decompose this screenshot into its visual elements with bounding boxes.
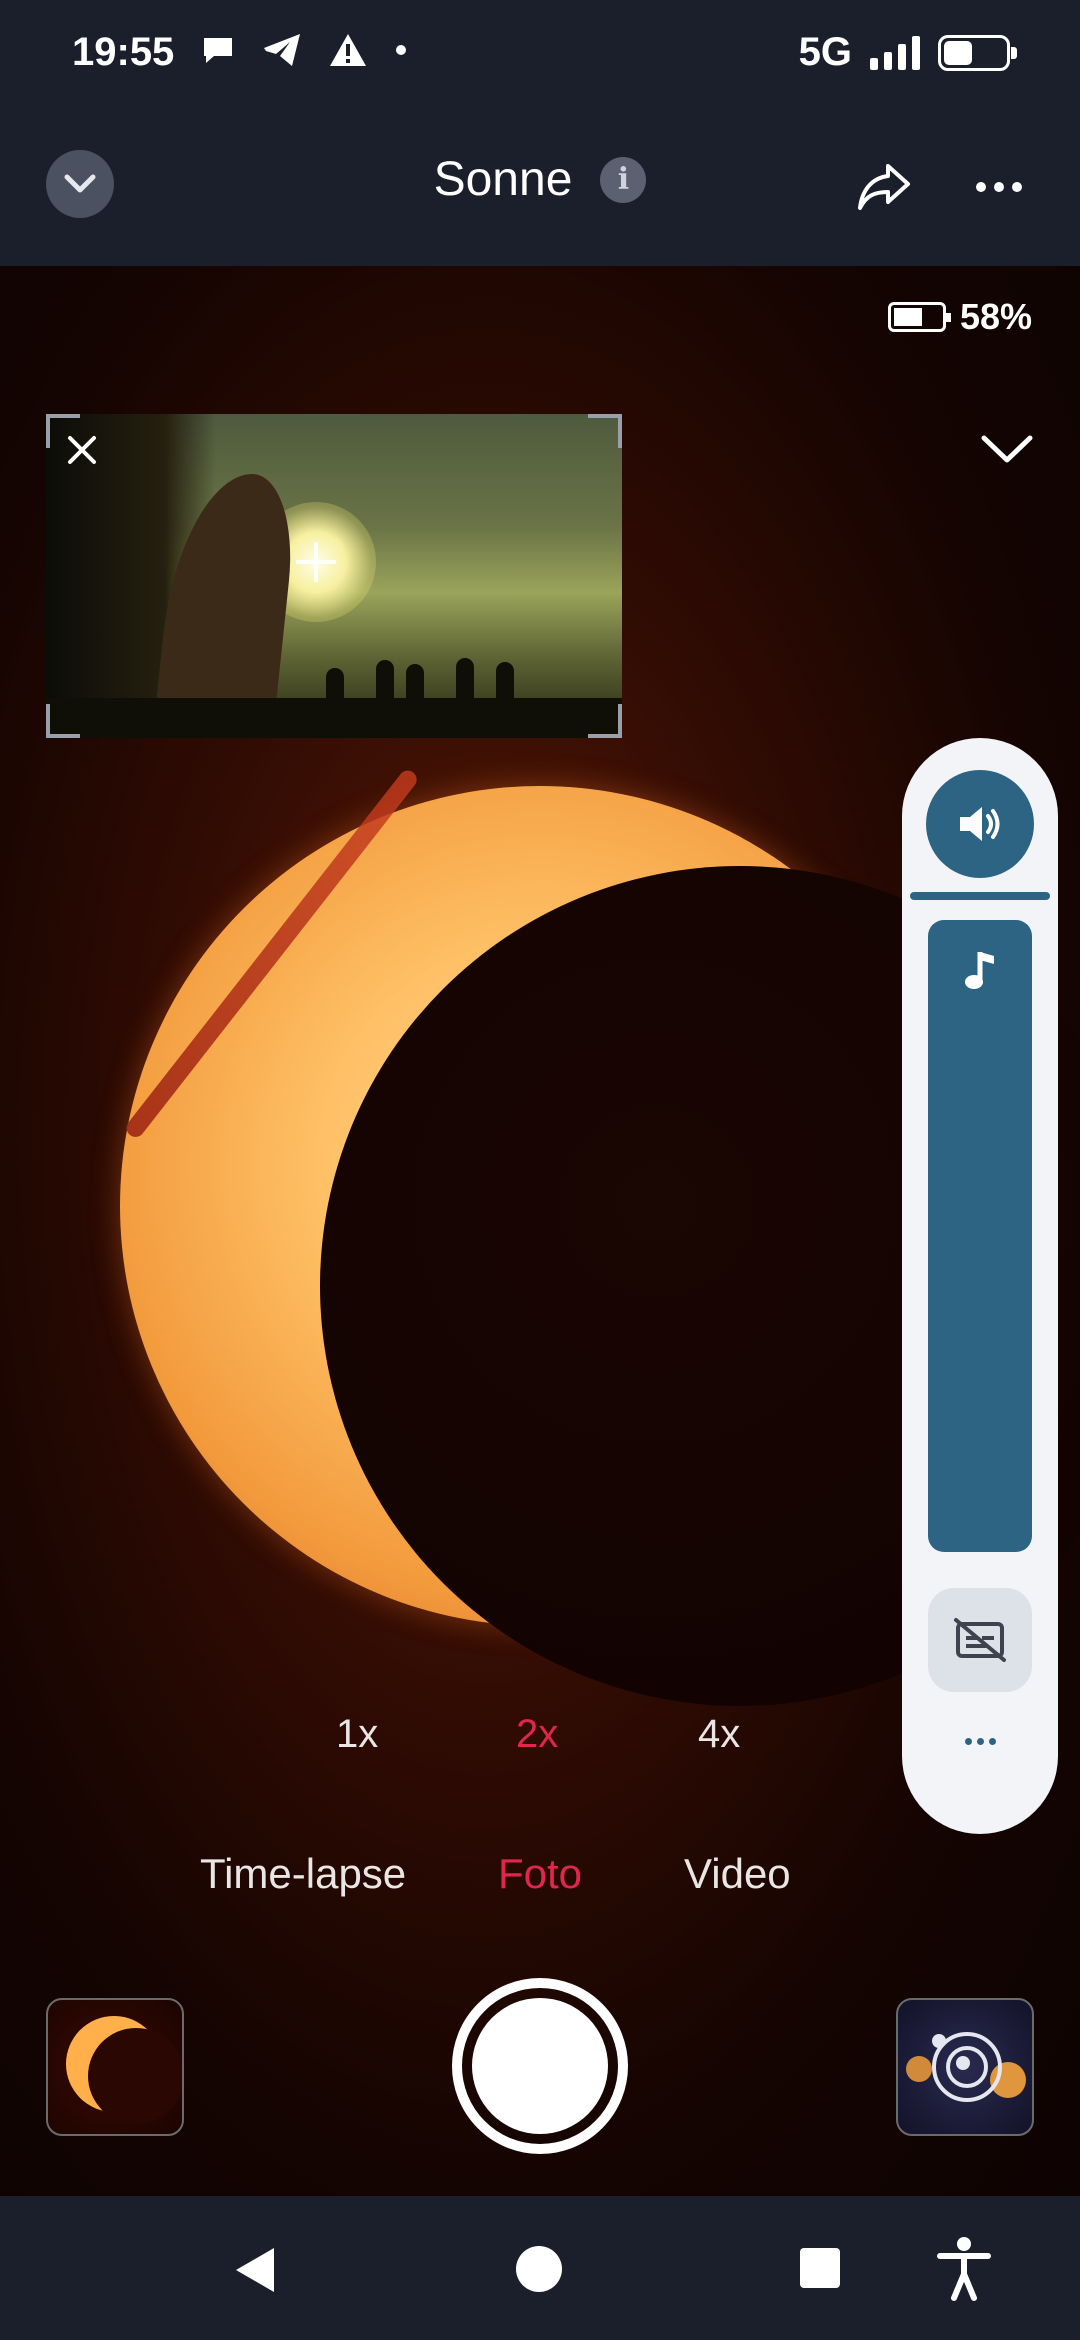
- zoom-2x[interactable]: 2x: [516, 1712, 558, 1757]
- status-bar: 19:55 5G: [0, 0, 1080, 110]
- share-icon[interactable]: [852, 154, 918, 220]
- battery-icon: [938, 34, 1017, 71]
- mode-foto[interactable]: Foto: [498, 1850, 582, 1898]
- dot-icon: [396, 45, 406, 55]
- back-icon[interactable]: [236, 2248, 274, 2292]
- captions-off-icon: [954, 1618, 1006, 1662]
- network-type: 5G: [798, 30, 852, 74]
- shutter-button[interactable]: [452, 1978, 628, 2154]
- more-options-button[interactable]: [966, 154, 1032, 220]
- battery-percent: 58%: [959, 296, 1032, 337]
- battery-icon: [887, 302, 951, 332]
- music-note-icon: [965, 952, 994, 989]
- app-bar: Sonne i: [0, 110, 1080, 266]
- volume-divider: [910, 892, 1050, 900]
- close-icon[interactable]: [60, 428, 104, 472]
- accessibility-icon[interactable]: [936, 2236, 992, 2302]
- telegram-icon: [264, 34, 300, 66]
- volume-icon: [960, 807, 1000, 841]
- volume-button[interactable]: [926, 770, 1034, 878]
- mode-time-lapse[interactable]: Time-lapse: [200, 1850, 406, 1898]
- status-notification-icons: [200, 32, 408, 68]
- gallery-thumbnail[interactable]: [46, 1998, 184, 2136]
- status-time: 19:55: [72, 30, 175, 74]
- signal-icon: [870, 35, 920, 70]
- music-volume-slider[interactable]: [928, 920, 1032, 1552]
- wide-angle-preview[interactable]: [46, 414, 622, 738]
- warning-icon: [330, 34, 366, 66]
- status-right-group: 5G: [798, 30, 1017, 75]
- audio-side-panel: [902, 738, 1058, 1834]
- solar-system-button[interactable]: [896, 1998, 1034, 2136]
- mode-video[interactable]: Video: [684, 1850, 791, 1898]
- zoom-1x[interactable]: 1x: [336, 1712, 378, 1757]
- info-button[interactable]: i: [600, 156, 647, 203]
- home-icon[interactable]: [516, 2246, 562, 2292]
- chat-bubble-icon: [204, 38, 232, 63]
- title-group: Sonne i: [0, 152, 1080, 207]
- zoom-4x[interactable]: 4x: [698, 1712, 740, 1757]
- camera-viewfinder[interactable]: 58% 1x 2x 4x Time-lapse Foto Video: [0, 266, 1080, 2196]
- more-horizontal-icon[interactable]: [902, 1738, 1058, 1745]
- chevron-down-icon[interactable]: [972, 414, 1042, 484]
- device-battery-indicator: 58%: [887, 296, 1032, 338]
- system-navigation-bar: [0, 2196, 1080, 2340]
- recents-icon[interactable]: [800, 2248, 840, 2288]
- page-title: Sonne: [433, 153, 573, 206]
- captions-toggle[interactable]: [928, 1588, 1032, 1692]
